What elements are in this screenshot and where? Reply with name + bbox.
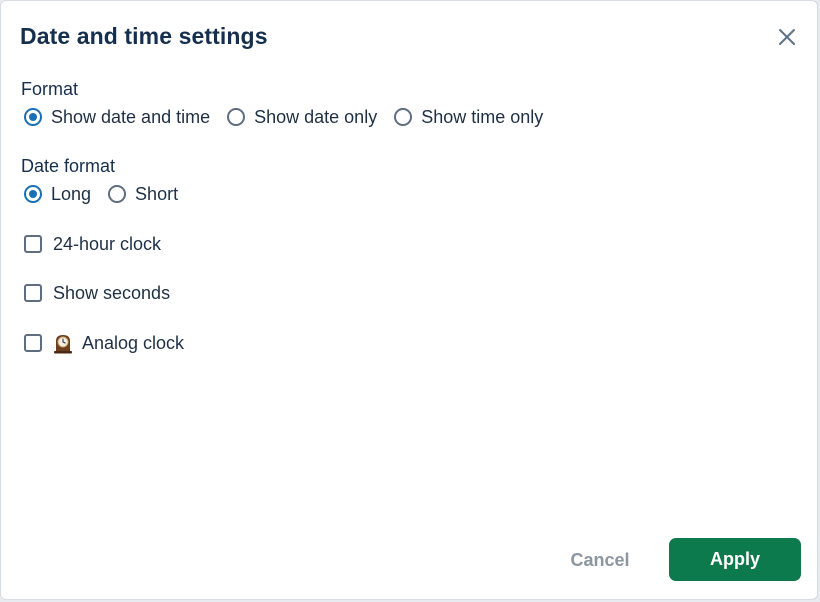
settings-dialog: Date and time settings Format Show date … [0,0,818,600]
radio-checked-icon[interactable] [24,108,42,126]
radio-label: Show date and time [51,106,211,127]
close-button[interactable] [771,21,803,53]
radio-label: Short [135,183,179,204]
checkbox-box[interactable] [24,235,42,253]
radio-long[interactable]: Long [21,184,91,205]
checkbox-show-seconds[interactable]: Show seconds [21,279,170,307]
mantelpiece-clock-icon [54,335,72,354]
radio-checked-icon[interactable] [24,185,42,203]
dialog-title: Date and time settings [20,23,268,49]
checkbox-label: Analog clock [82,332,185,353]
checkbox-label: Show seconds [53,282,171,303]
format-radio-group: Show date and time Show date only Show t… [21,103,557,131]
apply-button[interactable]: Apply [669,538,801,581]
radio-unchecked-icon[interactable] [108,185,127,203]
radio-show-time-only[interactable]: Show time only [391,107,543,128]
checkbox-analog-clock[interactable]: Analog clock [21,329,184,357]
radio-unchecked-icon[interactable] [394,108,413,126]
checkbox-24-hour-clock[interactable]: 24-hour clock [21,230,161,258]
radio-short[interactable]: Short [105,184,178,205]
radio-show-date-and-time[interactable]: Show date and time [21,107,210,128]
radio-label: Long [51,183,92,204]
radio-label: Show time only [421,106,544,127]
checkbox-box[interactable] [24,284,42,302]
date-format-radio-group: Long Short [21,180,192,208]
checkbox-label: 24-hour clock [53,233,162,254]
close-icon [779,29,795,45]
format-label: Format [21,79,79,99]
cancel-button[interactable]: Cancel [557,539,643,581]
radio-unchecked-icon[interactable] [227,108,246,126]
date-format-label: Date format [21,156,116,176]
radio-show-date-only[interactable]: Show date only [224,107,377,128]
radio-label: Show date only [254,106,378,127]
checkbox-box[interactable] [24,334,42,352]
